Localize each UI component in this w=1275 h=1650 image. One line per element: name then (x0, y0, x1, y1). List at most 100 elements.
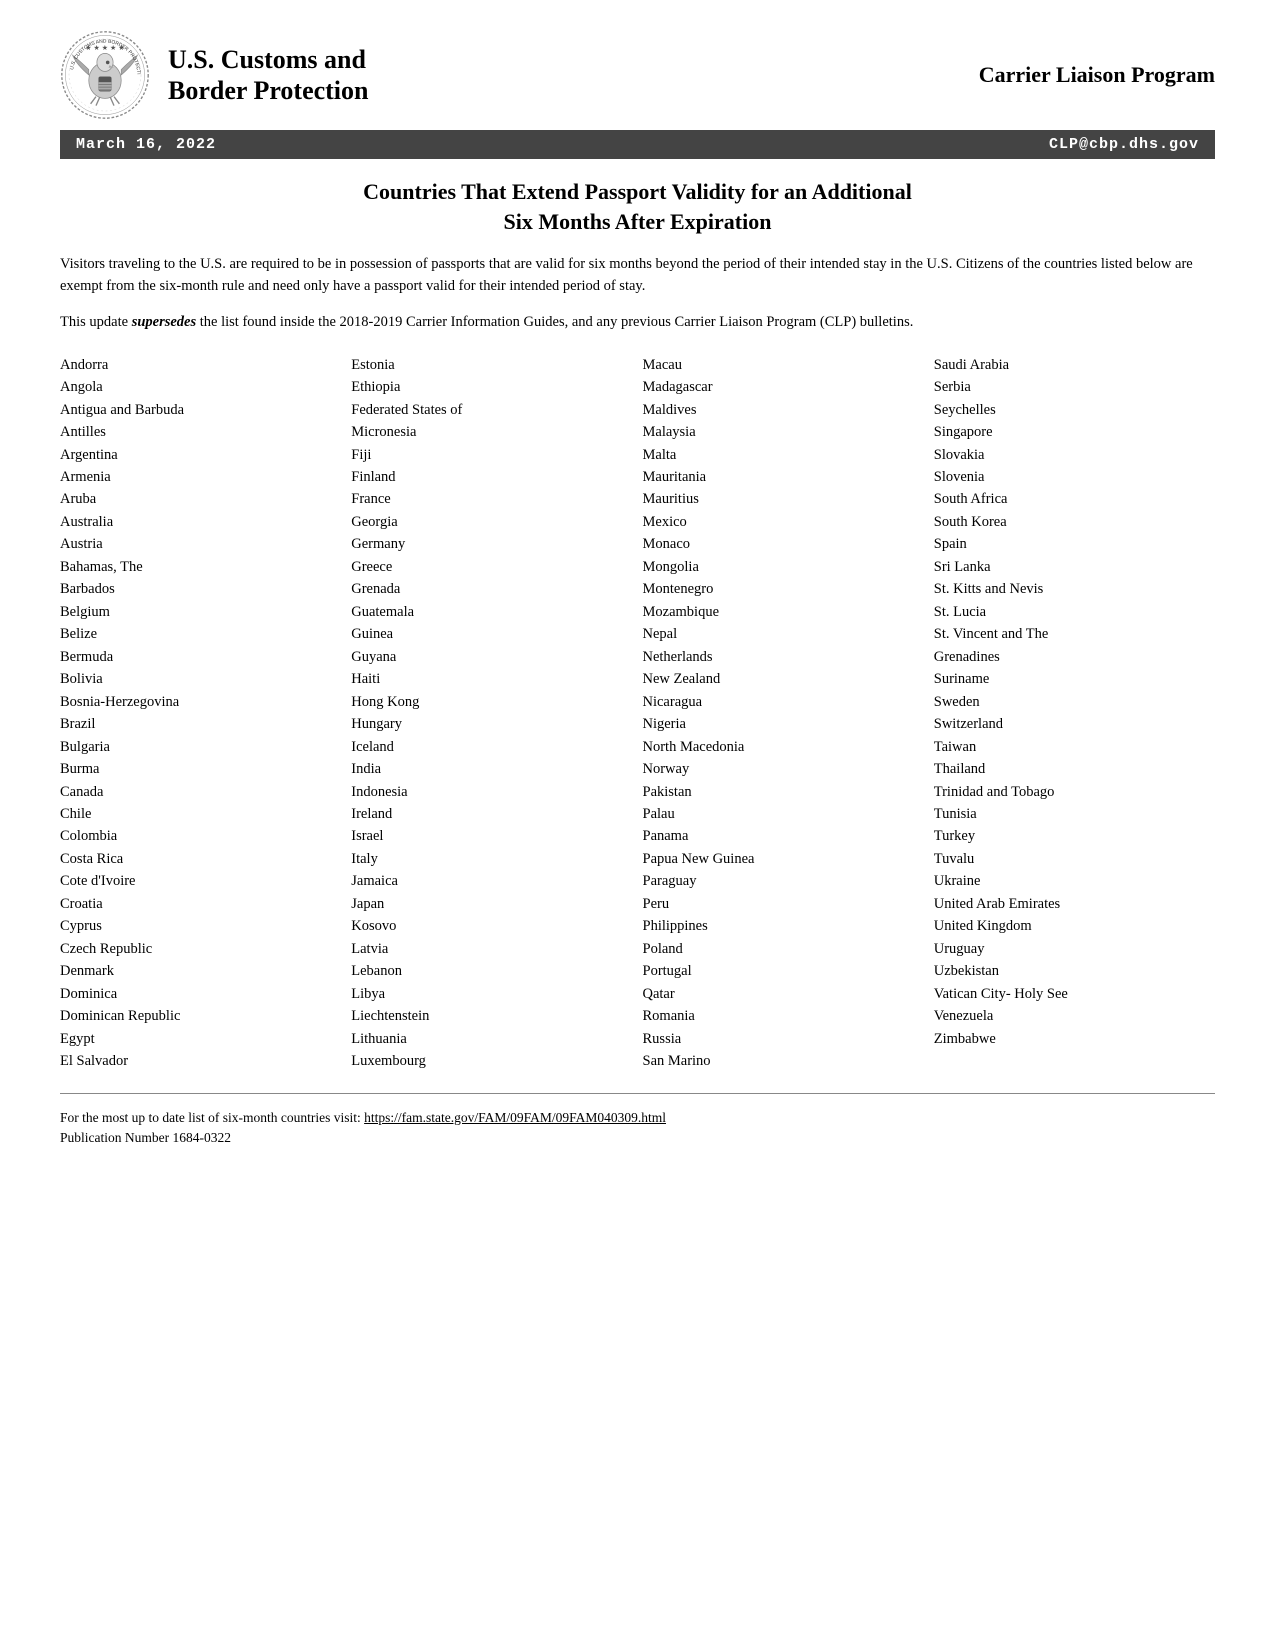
list-item: Nicaragua (643, 691, 924, 713)
list-item: Romania (643, 1005, 924, 1027)
list-item: Haiti (351, 668, 632, 690)
divider (60, 1093, 1215, 1094)
list-item: Guyana (351, 646, 632, 668)
list-item: Czech Republic (60, 938, 341, 960)
list-item: United Arab Emirates (934, 893, 1215, 915)
country-col-3: MacauMadagascarMaldivesMalaysiaMaltaMaur… (643, 354, 924, 1073)
list-item: Ireland (351, 803, 632, 825)
list-item: Burma (60, 758, 341, 780)
list-item: Angola (60, 376, 341, 398)
list-item: Russia (643, 1028, 924, 1050)
list-item: Indonesia (351, 781, 632, 803)
list-item: Estonia (351, 354, 632, 376)
list-item: Latvia (351, 938, 632, 960)
list-item: Venezuela (934, 1005, 1215, 1027)
info-bar: March 16, 2022 CLP@cbp.dhs.gov (60, 130, 1215, 159)
list-item: Barbados (60, 578, 341, 600)
list-item: South Korea (934, 511, 1215, 533)
list-item: Lithuania (351, 1028, 632, 1050)
list-item: Switzerland (934, 713, 1215, 735)
list-item: Fiji (351, 444, 632, 466)
list-item: Dominica (60, 983, 341, 1005)
list-item: Mozambique (643, 601, 924, 623)
list-item: Egypt (60, 1028, 341, 1050)
list-item: Hungary (351, 713, 632, 735)
paragraph-1: Visitors traveling to the U.S. are requi… (60, 254, 1215, 298)
list-item: St. Kitts and Nevis (934, 578, 1215, 600)
list-item: Jamaica (351, 870, 632, 892)
list-item: Belize (60, 623, 341, 645)
list-item: Guinea (351, 623, 632, 645)
date-label: March 16, 2022 (76, 136, 216, 153)
agency-name: U.S. Customs and Border Protection (168, 44, 368, 106)
header: ★ ★ ★ ★ ★ U.S. CUSTOMS AND BORDER PROTEC… (60, 30, 1215, 120)
list-item: St. Vincent and The (934, 623, 1215, 645)
list-item: Ukraine (934, 870, 1215, 892)
agency-line2: Border Protection (168, 75, 368, 106)
list-item: Turkey (934, 825, 1215, 847)
list-item: Slovakia (934, 444, 1215, 466)
list-item: Liechtenstein (351, 1005, 632, 1027)
list-item: Mauritania (643, 466, 924, 488)
list-item: Trinidad and Tobago (934, 781, 1215, 803)
list-item: Costa Rica (60, 848, 341, 870)
list-item: Iceland (351, 736, 632, 758)
list-item: Grenadines (934, 646, 1215, 668)
list-item: Antilles (60, 421, 341, 443)
list-item: Tuvalu (934, 848, 1215, 870)
list-item: Colombia (60, 825, 341, 847)
list-item: Cyprus (60, 915, 341, 937)
country-col-1: AndorraAngolaAntigua and BarbudaAntilles… (60, 354, 341, 1073)
list-item: Norway (643, 758, 924, 780)
country-col-4: Saudi ArabiaSerbiaSeychellesSingaporeSlo… (934, 354, 1215, 1073)
list-item: France (351, 488, 632, 510)
list-item: Spain (934, 533, 1215, 555)
list-item: Zimbabwe (934, 1028, 1215, 1050)
list-item: Malta (643, 444, 924, 466)
list-item: Japan (351, 893, 632, 915)
list-item: Palau (643, 803, 924, 825)
list-item: Papua New Guinea (643, 848, 924, 870)
list-item: Seychelles (934, 399, 1215, 421)
list-item: Slovenia (934, 466, 1215, 488)
list-item: Mongolia (643, 556, 924, 578)
footer: For the most up to date list of six-mont… (60, 1108, 1215, 1149)
list-item: Federated States of (351, 399, 632, 421)
list-item: Panama (643, 825, 924, 847)
agency-line1: U.S. Customs and (168, 44, 368, 75)
list-item: Suriname (934, 668, 1215, 690)
list-item: Aruba (60, 488, 341, 510)
list-item: Georgia (351, 511, 632, 533)
list-item: Belgium (60, 601, 341, 623)
list-item: North Macedonia (643, 736, 924, 758)
list-item: Ethiopia (351, 376, 632, 398)
list-item: South Africa (934, 488, 1215, 510)
list-item: Thailand (934, 758, 1215, 780)
footer-link[interactable]: https://fam.state.gov/FAM/09FAM/09FAM040… (364, 1110, 666, 1125)
list-item: Antigua and Barbuda (60, 399, 341, 421)
list-item: Bolivia (60, 668, 341, 690)
list-item: Pakistan (643, 781, 924, 803)
list-item: Cote d'Ivoire (60, 870, 341, 892)
list-item: Bermuda (60, 646, 341, 668)
list-item: India (351, 758, 632, 780)
list-item: Austria (60, 533, 341, 555)
document-title: Countries That Extend Passport Validity … (60, 177, 1215, 236)
list-item: Serbia (934, 376, 1215, 398)
list-item: Armenia (60, 466, 341, 488)
list-item: Micronesia (351, 421, 632, 443)
list-item: Germany (351, 533, 632, 555)
list-item: Bosnia-Herzegovina (60, 691, 341, 713)
list-item: Maldives (643, 399, 924, 421)
list-item: Nigeria (643, 713, 924, 735)
list-item: Nepal (643, 623, 924, 645)
list-item: Tunisia (934, 803, 1215, 825)
list-item: Kosovo (351, 915, 632, 937)
list-item: Madagascar (643, 376, 924, 398)
list-item: Andorra (60, 354, 341, 376)
list-item: Denmark (60, 960, 341, 982)
list-item: Bulgaria (60, 736, 341, 758)
list-item: Brazil (60, 713, 341, 735)
list-item: Paraguay (643, 870, 924, 892)
list-item: El Salvador (60, 1050, 341, 1072)
